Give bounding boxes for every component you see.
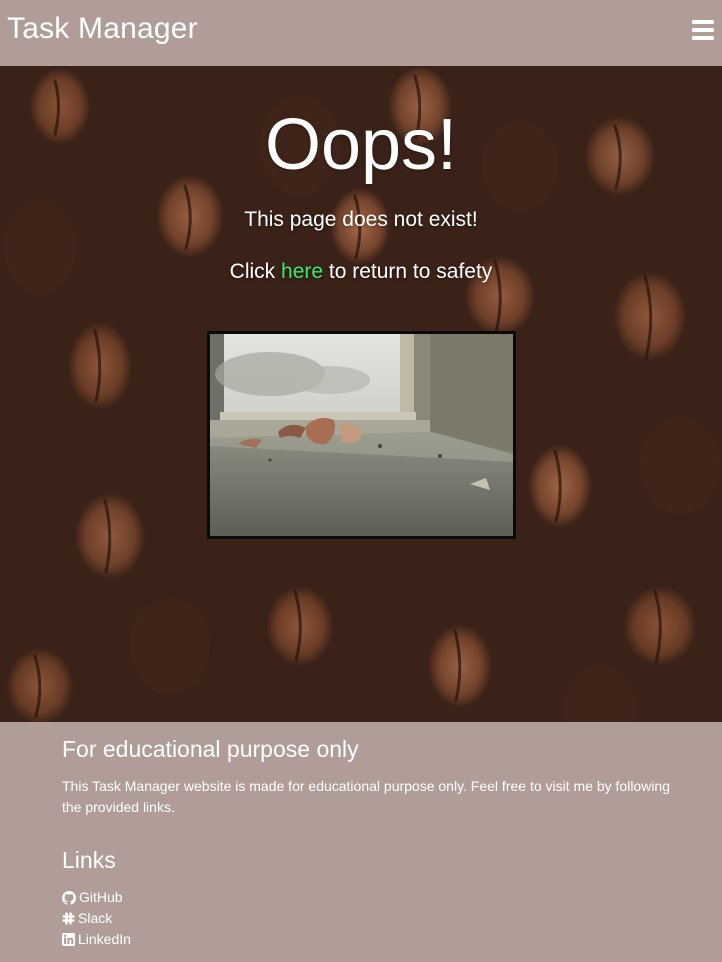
footer-link-linkedin[interactable]: LinkedIn bbox=[62, 929, 131, 950]
hamburger-icon[interactable] bbox=[692, 20, 714, 40]
footer: For educational purpose only This Task M… bbox=[0, 722, 722, 962]
return-prefix: Click bbox=[229, 260, 276, 283]
github-icon bbox=[62, 890, 76, 905]
footer-links-title: Links bbox=[62, 847, 116, 873]
error-subtitle: This page does not exist! bbox=[244, 208, 478, 231]
footer-edu-text: This Task Manager website is made for ed… bbox=[62, 778, 671, 815]
linkedin-link[interactable]: LinkedIn bbox=[78, 929, 131, 950]
footer-edu-title: For educational purpose only bbox=[62, 736, 359, 762]
navbar: Task Manager bbox=[0, 0, 722, 66]
return-suffix: to return to safety bbox=[328, 260, 493, 283]
return-home-link[interactable]: here bbox=[281, 260, 323, 283]
slack-link[interactable]: Slack bbox=[78, 908, 112, 929]
hero-section: Oops! This page does not exist! Click he… bbox=[0, 66, 722, 722]
brand-link[interactable]: Task Manager bbox=[7, 12, 198, 46]
linkedin-icon bbox=[62, 933, 75, 946]
return-message: Click here to return to safety bbox=[0, 260, 722, 284]
broken-cup-image bbox=[207, 331, 516, 539]
slack-icon bbox=[62, 912, 75, 925]
footer-link-slack[interactable]: Slack bbox=[62, 908, 131, 929]
footer-link-github[interactable]: GitHub bbox=[62, 887, 131, 908]
error-title: Oops! bbox=[264, 105, 458, 185]
github-link[interactable]: GitHub bbox=[79, 887, 123, 908]
footer-links-list: GitHub Slack LinkedIn bbox=[62, 887, 131, 950]
